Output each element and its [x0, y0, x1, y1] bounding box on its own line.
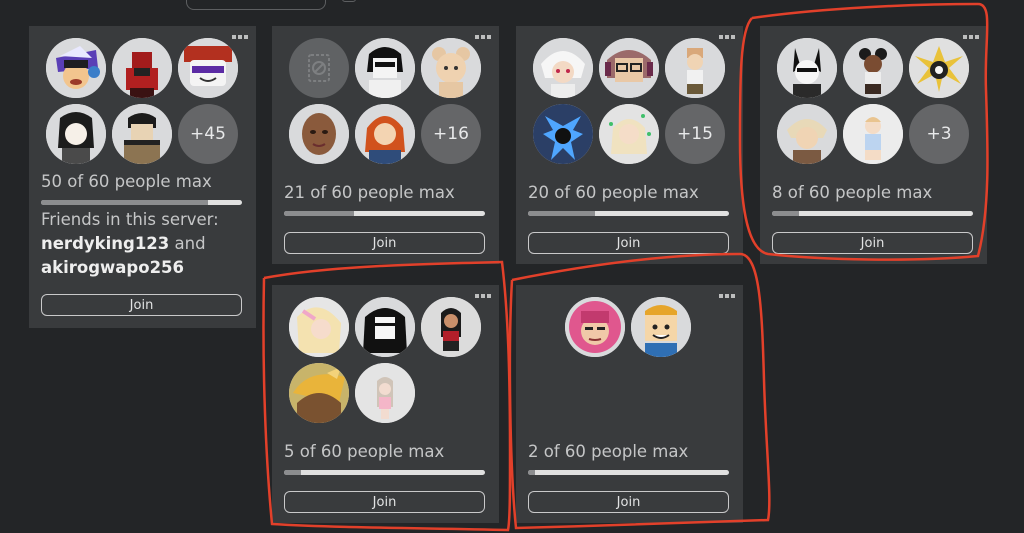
- player-avatar[interactable]: [355, 38, 415, 98]
- capacity-progress-fill: [284, 470, 301, 475]
- player-avatar[interactable]: [533, 104, 593, 164]
- player-avatar[interactable]: [599, 104, 659, 164]
- more-players-count[interactable]: +45: [178, 104, 238, 164]
- player-avatar[interactable]: [355, 104, 415, 164]
- server-capacity: 8 of 60 people max: [772, 183, 933, 202]
- player-avatar[interactable]: [289, 104, 349, 164]
- player-avatar[interactable]: [565, 297, 625, 357]
- player-avatar[interactable]: [178, 38, 238, 98]
- capacity-progress-bar: [284, 470, 485, 475]
- capacity-progress-fill: [528, 211, 595, 216]
- server-capacity: 20 of 60 people max: [528, 183, 699, 202]
- server-capacity: 5 of 60 people max: [284, 442, 445, 461]
- server-card: +3 8 of 60 people max Join: [760, 26, 987, 264]
- player-avatar[interactable]: [777, 104, 837, 164]
- player-avatar[interactable]: [289, 363, 349, 423]
- player-avatar[interactable]: [665, 38, 725, 98]
- server-card: +15 20 of 60 people max Join: [516, 26, 743, 264]
- friend-name[interactable]: nerdyking123: [41, 234, 169, 253]
- join-button[interactable]: Join: [284, 232, 485, 254]
- player-avatar[interactable]: [46, 38, 106, 98]
- server-card: 5 of 60 people max Join: [272, 285, 499, 523]
- player-avatar[interactable]: [46, 104, 106, 164]
- capacity-progress-fill: [41, 200, 209, 205]
- player-avatar[interactable]: [355, 363, 415, 423]
- player-avatar[interactable]: [421, 38, 481, 98]
- player-avatar[interactable]: [533, 38, 593, 98]
- join-button[interactable]: Join: [772, 232, 973, 254]
- server-capacity: 21 of 60 people max: [284, 183, 455, 202]
- player-avatar[interactable]: [843, 104, 903, 164]
- blocked-avatar-icon[interactable]: [289, 38, 349, 98]
- more-players-count[interactable]: +3: [909, 104, 969, 164]
- more-options-icon[interactable]: [719, 294, 735, 298]
- join-button[interactable]: Join: [284, 491, 485, 513]
- friends-conjunction: and: [174, 234, 206, 253]
- more-players-count[interactable]: +15: [665, 104, 725, 164]
- capacity-progress-bar: [772, 211, 973, 216]
- friends-in-server: Friends in this server: nerdyking123 and…: [41, 208, 251, 280]
- search-field-edge[interactable]: [186, 0, 326, 10]
- player-avatar[interactable]: [112, 104, 172, 164]
- player-avatar[interactable]: [909, 38, 969, 98]
- player-avatar[interactable]: [777, 38, 837, 98]
- server-capacity: 50 of 60 people max: [41, 172, 212, 191]
- capacity-progress-fill: [284, 211, 355, 216]
- server-card: 2 of 60 people max Join: [516, 285, 743, 523]
- capacity-progress-bar: [528, 211, 729, 216]
- player-avatar[interactable]: [843, 38, 903, 98]
- capacity-progress-bar: [528, 470, 729, 475]
- more-players-count[interactable]: +16: [421, 104, 481, 164]
- player-avatar[interactable]: [421, 297, 481, 357]
- server-card: +16 21 of 60 people max Join: [272, 26, 499, 264]
- player-avatar[interactable]: [112, 38, 172, 98]
- join-button[interactable]: Join: [528, 232, 729, 254]
- filter-checkbox-edge[interactable]: [342, 0, 356, 2]
- capacity-progress-fill: [528, 470, 535, 475]
- capacity-progress-fill: [772, 211, 799, 216]
- player-avatar[interactable]: [355, 297, 415, 357]
- capacity-progress-bar: [41, 200, 242, 205]
- friends-label: Friends in this server:: [41, 210, 219, 229]
- server-card: +45 50 of 60 people max Friends in this …: [29, 26, 256, 328]
- join-button[interactable]: Join: [528, 491, 729, 513]
- player-avatar[interactable]: [289, 297, 349, 357]
- player-avatar[interactable]: [599, 38, 659, 98]
- join-button[interactable]: Join: [41, 294, 242, 316]
- server-capacity: 2 of 60 people max: [528, 442, 689, 461]
- capacity-progress-bar: [284, 211, 485, 216]
- player-avatar[interactable]: [631, 297, 691, 357]
- friend-name[interactable]: akirogwapo256: [41, 258, 184, 277]
